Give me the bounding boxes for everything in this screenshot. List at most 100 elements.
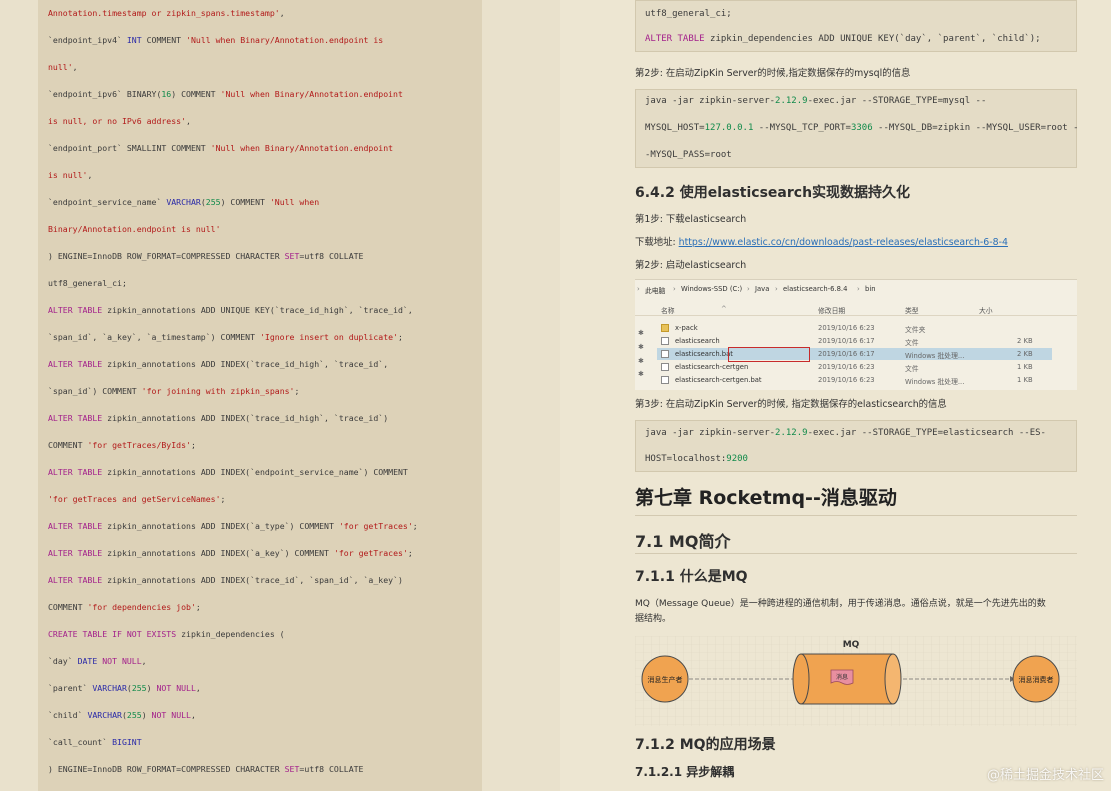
code-token: ; [195,602,201,612]
paragraph-line: 据结构。 [635,614,672,624]
code-token: zipkin_annotations ADD INDEX(`a_key`) CO… [102,548,334,558]
file-size: 1 KB [1017,363,1033,371]
chevron-right-icon: › [775,285,778,293]
file-type: Windows 批处理... [905,352,965,360]
heading-6-4-2: 6.4.2 使用elasticsearch实现数据持久化 [635,185,911,201]
step-text: 第2步: 启动elasticsearch [635,260,747,271]
code-token: ; [412,521,418,531]
code-line: `span_id`, `a_key`, `a_timestamp`) COMME… [48,330,478,357]
code-token: =utf8 COLLATE [299,764,364,774]
code-text: HOST=localhost: [645,454,727,464]
message-label: 消息 [836,673,848,681]
code-line: COMMENT 'for getTraces/ByIds'; [48,438,478,465]
file-size: 1 KB [1017,376,1033,384]
chevron-right-icon: › [637,285,640,293]
code-text: --MYSQL_DB=zipkin --MYSQL_USER=root - [872,123,1079,133]
code-token: NOT NULL [156,683,196,693]
code-number: 2.12.9 [775,96,808,106]
code-line: `endpoint_port` SMALLINT COMMENT 'Null w… [48,141,478,168]
code-token: COMMENT [48,602,88,612]
code-line: `endpoint_ipv6` BINARY(16) COMMENT 'Null… [48,87,478,114]
file-row[interactable]: x-pack 2019/10/16 6:23 文件夹 [657,322,1052,334]
code-token: ALTER TABLE [48,413,103,423]
code-token: `endpoint_ipv4` [48,35,127,45]
code-token: ALTER TABLE [48,359,103,369]
file-date: 2019/10/16 6:23 [818,363,875,371]
highlight-box [728,347,810,362]
producer-label: 消息生产者 [648,675,683,684]
code-token: 255 [126,710,142,720]
breadcrumb-item[interactable]: 此电脑 [645,285,665,295]
code-token: 'for getTraces/ByIds' [87,440,191,450]
code-token: zipkin_annotations ADD INDEX(`trace_id_h… [102,413,389,423]
code-token: 'for getTraces' [333,548,408,558]
code-line: `child` VARCHAR(255) NOT NULL, [48,708,478,735]
code-token: ; [220,494,226,504]
column-header-type[interactable]: 类型 [905,305,919,315]
breadcrumb-item[interactable]: Windows-SSD (C:) [681,285,742,293]
column-header-size[interactable]: 大小 [979,305,993,315]
code-token: 'for getTraces' [338,521,413,531]
code-line: `endpoint_ipv4` INT COMMENT 'Null when B… [48,33,478,60]
code-line: CREATE TABLE IF NOT EXISTS zipkin_depend… [48,627,478,654]
file-name: elasticsearch.bat [675,350,733,358]
batch-file-icon [661,350,669,358]
file-size: 2 KB [1017,337,1033,345]
heading-7-1: 7.1 MQ简介 [635,532,731,551]
code-token: 'Null when Binary/Annotation.endpoint [220,89,403,99]
code-token: ) ENGINE=InnoDB ROW_FORMAT=COMPRESSED CH… [48,251,285,261]
code-token: `child` [48,710,88,720]
code-text: zipkin_dependencies ADD UNIQUE KEY(`day`… [704,34,1041,44]
code-line: utf8_general_ci; [48,276,478,303]
step-text: 第2步: 在启动ZipKin Server的时候,指定数据保存的mysql的信息 [635,68,911,79]
code-line: ALTER TABLE zipkin_annotations ADD INDEX… [48,573,478,600]
paragraph-line: MQ（Message Queue）是一种跨进程的通信机制，用于传递消息。通俗点说… [635,599,1046,609]
code-line: ALTER TABLE zipkin_annotations ADD INDEX… [48,465,478,492]
code-token: , [72,62,78,72]
code-number: 3306 [850,123,873,133]
breadcrumb-item[interactable]: bin [865,285,876,293]
code-token: INT [126,35,142,45]
code-token: VARCHAR [92,683,127,693]
code-line: ALTER TABLE zipkin_annotations ADD INDEX… [48,546,478,573]
column-header-name[interactable]: 名称 [661,305,675,315]
code-token: 'for joining with zipkin_spans' [141,386,295,396]
code-block-mysql: java -jar zipkin-server-2.12.9-exec.jar … [635,89,1079,168]
file-row[interactable]: elasticsearch-certgen 2019/10/16 6:23 文件 1 … [657,361,1052,373]
code-token: SET [284,764,300,774]
pin-icon: ✱ [638,357,644,365]
column-header-date[interactable]: 修改日期 [818,305,845,315]
file-row[interactable]: elasticsearch 2019/10/16 6:17 文件 2 KB [657,335,1052,347]
code-token: ; [407,548,413,558]
code-token: ALTER TABLE [48,548,103,558]
chevron-right-icon: › [673,285,676,293]
right-page: utf8_general_ci; ALTER TABLE zipkin_depe… [560,0,1111,791]
code-line: ALTER TABLE zipkin_annotations ADD INDEX… [48,519,478,546]
file-explorer-screenshot: › 此电脑 › Windows-SSD (C:) › Java › elasti… [635,279,1077,390]
code-token: `span_id`, `a_key`, `a_timestamp`) COMME… [48,332,260,342]
folder-icon [661,324,669,332]
file-type: Windows 批处理... [905,378,965,386]
queue-right-end [884,653,902,705]
file-date: 2019/10/16 6:23 [818,324,875,332]
code-token: `day` [48,656,78,666]
file-row[interactable]: elasticsearch.bat 2019/10/16 6:17 Windows … [657,348,1052,360]
code-line: ALTER TABLE zipkin_annotations ADD UNIQU… [48,303,478,330]
code-token: is null, or no IPv6 address' [48,116,187,126]
pin-icon: ✱ [638,329,644,337]
breadcrumb-item[interactable]: elasticsearch-6.8.4 [783,285,847,293]
code-token: , [279,8,285,18]
code-token: =utf8 COLLATE [299,251,364,261]
file-type: 文件 [905,365,919,373]
code-block-es: java -jar zipkin-server-2.12.9-exec.jar … [635,420,1077,472]
code-line: Binary/Annotation.endpoint is null' [48,222,478,249]
breadcrumb-item[interactable]: Java [755,285,769,293]
code-token: 255 [205,197,221,207]
code-token: utf8_general_ci; [48,278,127,288]
code-text: -exec.jar --STORAGE_TYPE=mysql -- [807,96,987,106]
code-token: `call_count` [48,737,113,747]
file-row[interactable]: elasticsearch-certgen.bat 2019/10/16 6:23… [657,374,1052,386]
code-token: ALTER TABLE [48,521,103,531]
mq-diagram-svg: 消息生产者 MQ 消息 消息消费者 [635,636,1077,726]
download-link[interactable]: https://www.elastic.co/cn/downloads/past… [679,237,1008,248]
